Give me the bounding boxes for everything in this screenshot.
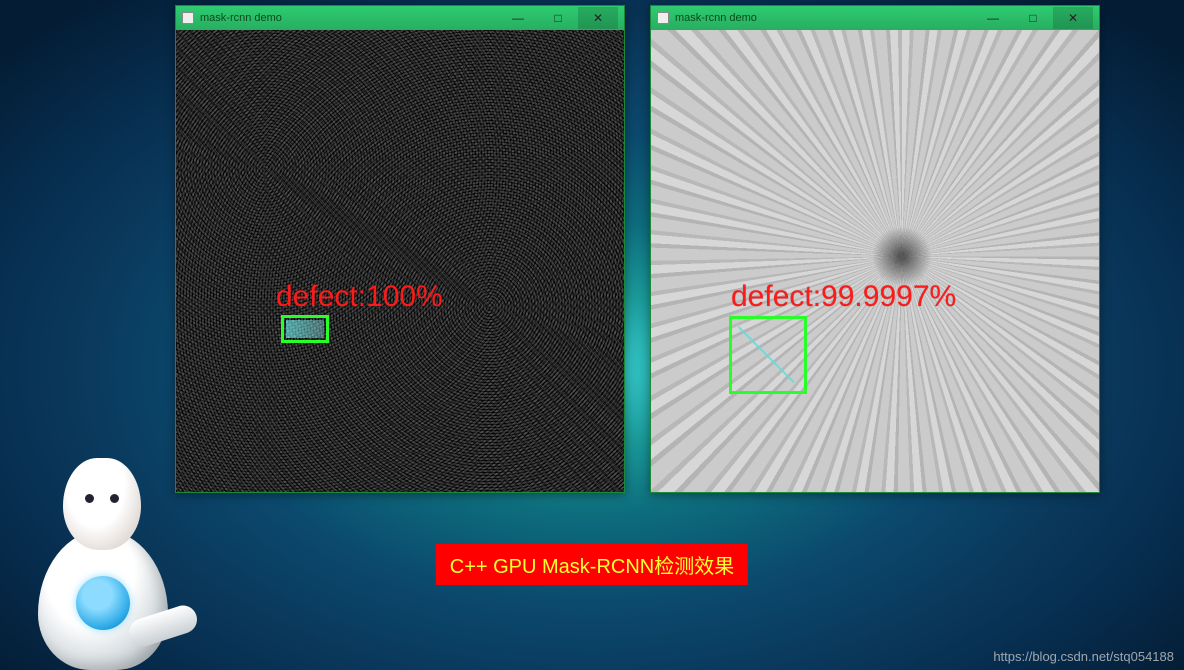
segmentation-diagonal-icon (738, 326, 795, 383)
robot-mascot-icon (8, 460, 198, 670)
close-button[interactable]: ✕ (578, 7, 618, 29)
detection-bbox-right (729, 316, 807, 394)
image-viewport-left: defect:100% (176, 30, 624, 492)
minimize-button[interactable]: — (973, 7, 1013, 29)
input-image-noise (176, 30, 624, 492)
titlebar-left[interactable]: mask-rcnn demo — □ ✕ (176, 6, 624, 30)
maximize-button[interactable]: □ (538, 7, 578, 29)
window-title: mask-rcnn demo (200, 12, 498, 24)
window-buttons: — □ ✕ (498, 7, 618, 29)
caption-banner: C++ GPU Mask-RCNN检测效果 (436, 544, 748, 585)
segmentation-mask-icon (286, 320, 324, 338)
minimize-button[interactable]: — (498, 7, 538, 29)
app-icon (182, 12, 194, 24)
app-icon (657, 12, 669, 24)
window-right: mask-rcnn demo — □ ✕ defect:99.9997% (650, 5, 1100, 493)
titlebar-right[interactable]: mask-rcnn demo — □ ✕ (651, 6, 1099, 30)
detection-bbox-left (281, 315, 329, 343)
watermark-text: https://blog.csdn.net/stq054188 (993, 649, 1174, 664)
detection-label-left: defect:100% (276, 280, 443, 314)
maximize-button[interactable]: □ (1013, 7, 1053, 29)
detection-label-right: defect:99.9997% (731, 280, 956, 314)
window-buttons: — □ ✕ (973, 7, 1093, 29)
input-image-radial (651, 30, 1099, 492)
image-viewport-right: defect:99.9997% (651, 30, 1099, 492)
close-button[interactable]: ✕ (1053, 7, 1093, 29)
window-title: mask-rcnn demo (675, 12, 973, 24)
window-left: mask-rcnn demo — □ ✕ defect:100% (175, 5, 625, 493)
